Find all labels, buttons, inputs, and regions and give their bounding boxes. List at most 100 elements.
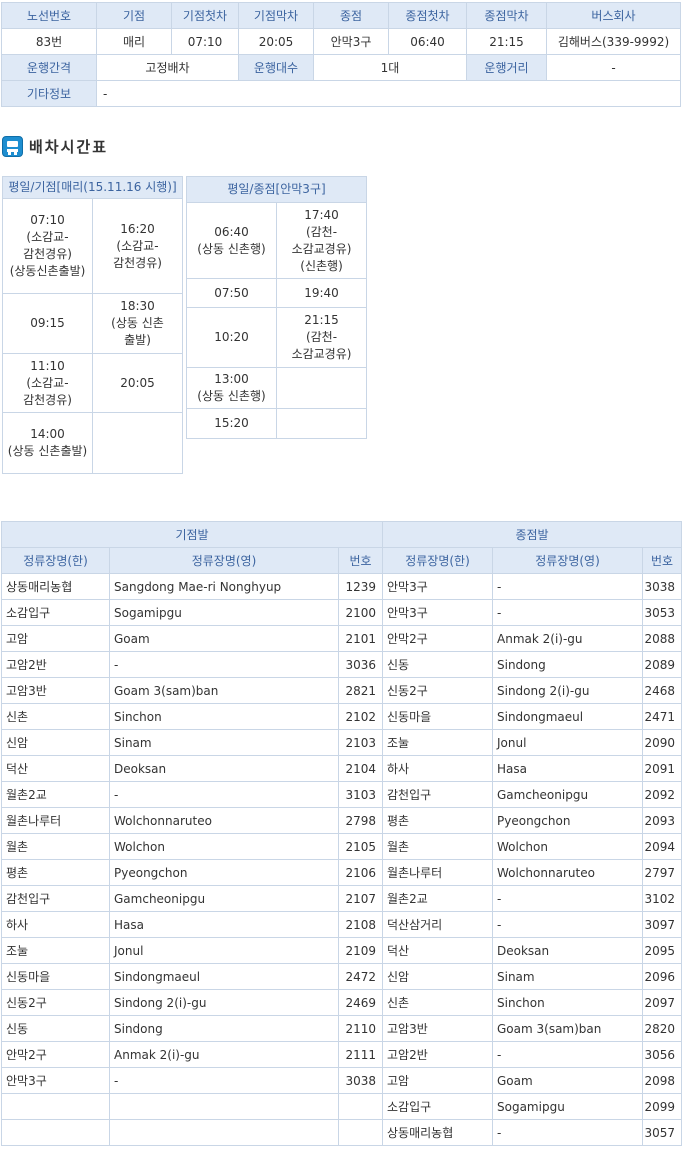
- end-stop-name-en: -: [492, 1119, 643, 1146]
- end-col-en: 정류장명(영): [492, 547, 643, 574]
- end-stop-number: 2095: [642, 937, 682, 964]
- start-stop-number: 2105: [338, 833, 383, 860]
- end-col-no: 번호: [642, 547, 682, 574]
- start-first-header: 기점첫차: [171, 2, 239, 29]
- end-stop-name-en: Jonul: [492, 729, 643, 756]
- end-stop-name-kr: 감천입구: [382, 781, 493, 808]
- start-stop-name-kr: 신동: [1, 1015, 110, 1042]
- table-row: 하사 Hasa 2108 덕산삼거리 -3097: [1, 911, 682, 938]
- end-stop-name-kr: 월촌2교: [382, 885, 493, 912]
- departure-time: 06:40 (상동 신촌행): [186, 202, 277, 279]
- start-stop-number: 2104: [338, 755, 383, 782]
- timetable-row: 06:40 (상동 신촌행) 17:40 (감천-소감교경유) (신촌행): [186, 202, 368, 279]
- end-stop-number: 2089: [642, 651, 682, 678]
- end-stop-number: 2090: [642, 729, 682, 756]
- table-row: 상동매리농협 Sangdong Mae-ri Nonghyup 1239 안막3구 -3…: [1, 573, 682, 600]
- end-stop-number: 2092: [642, 781, 682, 808]
- end-stop-name-kr: 신동마을: [382, 703, 493, 730]
- table-row: 덕산 Deoksan 2104 하사 Hasa 2091: [1, 755, 682, 782]
- departure-time: 18:30 (상동 신촌 출발): [92, 293, 183, 354]
- end-stop-name-en: Gamcheonipgu: [492, 781, 643, 808]
- table-row: 신암 Sinam 2103 조눌 Jonul 2090: [1, 729, 682, 756]
- start-stop-name-kr: 신암: [1, 729, 110, 756]
- start-stop-name-kr: 안막3구: [1, 1067, 110, 1094]
- start-stop-name-kr: 고암3반: [1, 677, 110, 704]
- end-stop-name-en: -: [492, 911, 643, 938]
- route-no-value: 83번: [1, 28, 97, 55]
- start-stop-name-en: Sindong 2(i)-gu: [109, 989, 339, 1016]
- end-stop-name-kr: 고암: [382, 1067, 493, 1094]
- start-stop-name-kr: 소감입구: [1, 599, 110, 626]
- start-stop-number: 2102: [338, 703, 383, 730]
- start-first-value: 07:10: [171, 28, 239, 55]
- start-stop-name-kr: 조눌: [1, 937, 110, 964]
- table-row: 월촌 Wolchon 2105 월촌 Wolchon 2094: [1, 833, 682, 860]
- interval-value: 고정배차: [96, 54, 239, 81]
- end-stop-number: 3102: [642, 885, 682, 912]
- table-row: 고암3반 Goam 3(sam)ban 2821 신동2구 Sindong 2(i)-g…: [1, 677, 682, 704]
- start-stop-name-en: Sinchon: [109, 703, 339, 730]
- end-stop-number: 2471: [642, 703, 682, 730]
- departure-time: [275, 367, 368, 409]
- start-stop-name-en: -: [109, 1067, 339, 1094]
- end-stop-name-en: Sinam: [492, 963, 643, 990]
- start-stop-name-en: Sangdong Mae-ri Nonghyup: [109, 573, 339, 600]
- end-stop-number: 2094: [642, 833, 682, 860]
- end-stop-name-en: Deoksan: [492, 937, 643, 964]
- start-stop-number: 2111: [338, 1041, 383, 1068]
- start-col-kr: 정류장명(한): [1, 547, 110, 574]
- end-stop-name-kr: 신암: [382, 963, 493, 990]
- start-stop-number: 2107: [338, 885, 383, 912]
- timetable-row: 07:10 (소감교-감천경유) (상동신촌출발) 16:20 (소감교- 감천경유): [2, 198, 183, 294]
- end-stop-name-en: Wolchon: [492, 833, 643, 860]
- start-stop-number: 3036: [338, 651, 383, 678]
- end-stop-name-en: Goam 3(sam)ban: [492, 1015, 643, 1042]
- route-info-operation-row: 운행간격 고정배차 운행대수 1대 운행거리 -: [1, 54, 681, 81]
- interval-label: 운행간격: [1, 54, 97, 81]
- start-header: 기점: [96, 2, 172, 29]
- end-stop-number: 3057: [642, 1119, 682, 1146]
- end-stop-name-en: Sogamipgu: [492, 1093, 643, 1120]
- stops-group-row: 기점발 종점발: [1, 521, 682, 548]
- end-col-kr: 정류장명(한): [382, 547, 493, 574]
- departure-time: 21:15 (감천-소감교경유): [275, 307, 368, 368]
- start-stop-name-kr: 감천입구: [1, 885, 110, 912]
- start-stop-name-en: Sogamipgu: [109, 599, 339, 626]
- end-stop-name-kr: 조눌: [382, 729, 493, 756]
- end-stop-name-kr: 안막2구: [382, 625, 493, 652]
- departure-time: 16:20 (소감교- 감천경유): [92, 198, 183, 294]
- end-stop-name-kr: 고암3반: [382, 1015, 493, 1042]
- start-stop-number: 2472: [338, 963, 383, 990]
- end-stop-name-kr: 평촌: [382, 807, 493, 834]
- end-stop-number: 2093: [642, 807, 682, 834]
- start-stop-name-kr: 상동매리농협: [1, 573, 110, 600]
- start-stop-name-en: Jonul: [109, 937, 339, 964]
- table-row: 신촌 Sinchon 2102 신동마을 Sindongmaeul 2471: [1, 703, 682, 730]
- end-stop-name-kr: 소감입구: [382, 1093, 493, 1120]
- departure-time: 07:50: [186, 278, 277, 308]
- end-stop-name-kr: 신동: [382, 651, 493, 678]
- start-stop-number: 2106: [338, 859, 383, 886]
- route-info-table: 노선번호 기점 기점첫차 기점막차 종점 종점첫차 종점막차 버스회사 83번 …: [1, 2, 681, 107]
- end-first-value: 06:40: [388, 28, 467, 55]
- end-stop-number: 2097: [642, 989, 682, 1016]
- start-last-header: 기점막차: [238, 2, 314, 29]
- start-stop-name-kr: 신동마을: [1, 963, 110, 990]
- table-row: 월촌나루터 Wolchonnaruteo 2798 평촌 Pyeongchon 2093: [1, 807, 682, 834]
- start-stop-name-en: -: [109, 651, 339, 678]
- start-value: 매리: [96, 28, 172, 55]
- route-info-value-row: 83번 매리 07:10 20:05 안막3구 06:40 21:15 김해버스…: [1, 28, 681, 55]
- etc-value: -: [96, 80, 681, 107]
- distance-label: 운행거리: [466, 54, 547, 81]
- timetable-end-header: 평일/종점[안막3구]: [185, 176, 368, 203]
- departure-time: 20:05: [92, 353, 183, 413]
- timetable-start-header: 평일/기점[매리(15.11.16 시행)]: [2, 176, 183, 199]
- end-stop-name-kr: 덕산삼거리: [382, 911, 493, 938]
- start-stop-number: 2110: [338, 1015, 383, 1042]
- start-stop-number: 3038: [338, 1067, 383, 1094]
- end-stop-name-kr: 덕산: [382, 937, 493, 964]
- timetable-end: 평일/종점[안막3구] 06:40 (상동 신촌행) 17:40 (감천-소감교경유…: [185, 176, 368, 439]
- end-stop-number: 2098: [642, 1067, 682, 1094]
- start-stop-name-en: Sinam: [109, 729, 339, 756]
- start-stop-number: 1239: [338, 573, 383, 600]
